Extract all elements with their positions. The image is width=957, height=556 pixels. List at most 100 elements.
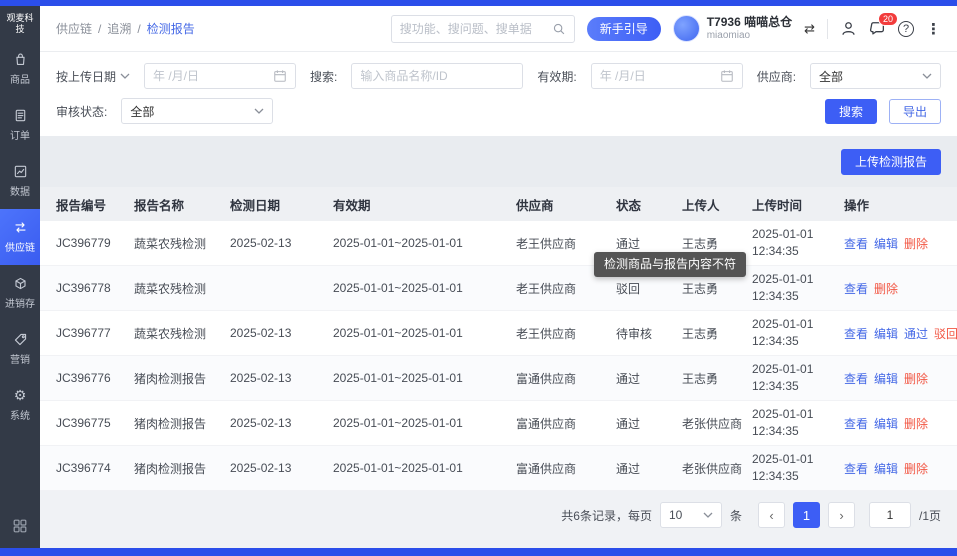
delete-link[interactable]: 删除	[874, 280, 898, 297]
help-icon[interactable]: ?	[898, 20, 914, 37]
sidebar-item-label: 订单	[10, 130, 30, 142]
messages-button[interactable]: 20	[869, 12, 898, 37]
inventory-icon	[14, 277, 26, 289]
divider	[827, 18, 828, 39]
page-size-select[interactable]: 10	[659, 502, 722, 528]
table-row: JC396776 猪肉检测报告 2025-02-13 2025-01-01~20…	[40, 356, 957, 401]
app-grid-button[interactable]	[0, 508, 40, 548]
row-actions: 查看 编辑 通过 驳回	[844, 325, 957, 342]
edit-link[interactable]: 编辑	[874, 235, 898, 252]
app-window: 观麦科技 商品 订单 数据 供应链 进销存 营销 ⚙ 系统 供应链 / 追溯 /…	[0, 6, 957, 548]
product-search-input[interactable]	[360, 69, 515, 83]
cell-report-name: 猪肉检测报告	[134, 416, 207, 431]
cell-uploader: 老张供应商	[682, 416, 743, 431]
sidebar-item-label: 数据	[10, 186, 30, 198]
pagination: 共6条记录，每页 10 条 ‹ 1 › /1页	[561, 502, 941, 528]
status-select[interactable]: 全部	[121, 98, 274, 124]
beginner-guide-button[interactable]: 新手引导	[586, 16, 661, 41]
search-icon[interactable]	[552, 22, 566, 36]
cell-report-id: JC396779	[56, 236, 111, 250]
chevron-down-icon	[922, 73, 932, 79]
sidebar-item-supply-chain[interactable]: 供应链	[0, 208, 40, 265]
status-select-value: 全部	[130, 104, 155, 119]
cell-upload-time: 2025-01-01 12:34:35	[752, 451, 814, 483]
edit-link[interactable]: 编辑	[874, 325, 898, 342]
view-link[interactable]: 查看	[844, 280, 868, 297]
cell-validity: 2025-01-01~2025-01-01	[333, 371, 463, 385]
delete-link[interactable]: 删除	[904, 235, 928, 252]
topbar-right: 新手引导 T7936 喵喵总仓 miaomiao ⇄ 20 ? ⋮	[390, 12, 941, 43]
breadcrumb-trace[interactable]: 追溯	[107, 20, 131, 37]
row-actions: 查看 编辑 删除	[844, 460, 941, 477]
avatar[interactable]	[672, 15, 700, 42]
column-header: 有效期	[333, 198, 371, 213]
export-button[interactable]: 导出	[888, 98, 941, 124]
prev-page-button[interactable]: ‹	[757, 502, 785, 528]
search-button[interactable]: 搜索	[824, 98, 877, 124]
sidebar-item-orders[interactable]: 订单	[0, 97, 40, 153]
chevron-down-icon	[703, 512, 713, 518]
edit-link[interactable]: 编辑	[874, 460, 898, 477]
column-header: 操作	[844, 198, 870, 213]
cell-status: 通过	[616, 236, 641, 251]
sidebar-item-inventory[interactable]: 进销存	[0, 265, 40, 321]
cell-report-id: JC396778	[56, 281, 111, 295]
sidebar-item-marketing[interactable]: 营销	[0, 321, 40, 377]
more-menu-icon[interactable]: ⋮	[926, 20, 941, 38]
cell-upload-time: 2025-01-01 12:34:35	[752, 361, 814, 393]
support-icon[interactable]	[840, 20, 857, 37]
breadcrumb-separator: /	[98, 21, 102, 36]
upload-report-button[interactable]: 上传检测报告	[840, 148, 941, 175]
sidebar-item-goods[interactable]: 商品	[0, 41, 40, 97]
cell-status: 通过	[616, 371, 641, 386]
edit-link[interactable]: 编辑	[874, 415, 898, 432]
validity-date-input[interactable]	[599, 69, 714, 83]
view-link[interactable]: 查看	[844, 415, 868, 432]
cell-upload-time: 2025-01-01 12:34:35	[752, 271, 814, 303]
edit-link[interactable]: 编辑	[874, 370, 898, 387]
product-search-box	[351, 63, 524, 89]
cell-report-name: 猪肉检测报告	[134, 371, 207, 386]
sidebar-item-data[interactable]: 数据	[0, 153, 40, 209]
column-header: 上传人	[682, 198, 720, 213]
view-link[interactable]: 查看	[844, 370, 868, 387]
table-row: JC396774 猪肉检测报告 2025-02-13 2025-01-01~20…	[40, 446, 957, 491]
cell-report-id: JC396775	[56, 416, 111, 430]
reject-link[interactable]: 驳回	[934, 325, 957, 342]
upload-date-input[interactable]	[153, 69, 268, 83]
cell-validity: 2025-01-01~2025-01-01	[333, 461, 463, 475]
cell-date: 2025-02-13	[230, 326, 292, 340]
report-table: 报告编号 报告名称 检测日期 有效期 供应商 状态 上传人 上传时间 操作 JC…	[40, 187, 957, 491]
delete-link[interactable]: 删除	[904, 460, 928, 477]
filter-panel: 按上传日期 搜索: 有效期: 供应商: 全部	[40, 52, 957, 136]
supplier-select[interactable]: 全部	[810, 63, 941, 89]
supplier-select-value: 全部	[819, 69, 844, 84]
table-row: JC396777 蔬菜农残检测 2025-02-13 2025-01-01~20…	[40, 311, 957, 356]
approve-link[interactable]: 通过	[904, 325, 928, 342]
search-label: 搜索:	[310, 69, 338, 84]
delete-link[interactable]: 删除	[904, 370, 928, 387]
delete-link[interactable]: 删除	[904, 415, 928, 432]
next-page-button[interactable]: ›	[827, 502, 855, 528]
cell-validity: 2025-01-01~2025-01-01	[333, 416, 463, 430]
view-link[interactable]: 查看	[844, 460, 868, 477]
date-field-label: 按上传日期	[56, 69, 117, 84]
cell-date: 2025-02-13	[230, 371, 292, 385]
chevron-down-icon	[120, 73, 130, 79]
page-size-unit: 条	[729, 508, 742, 523]
view-link[interactable]: 查看	[844, 235, 868, 252]
gear-icon: ⚙	[13, 386, 27, 403]
sidebar-item-system[interactable]: ⚙ 系统	[0, 377, 40, 433]
marketing-icon	[14, 333, 26, 345]
page-1-button[interactable]: 1	[792, 502, 820, 528]
view-link[interactable]: 查看	[844, 325, 868, 342]
global-search-input[interactable]	[399, 21, 546, 36]
page-jump-input[interactable]	[869, 503, 910, 527]
row-actions: 查看 编辑 删除	[844, 415, 941, 432]
cell-uploader: 王志勇	[682, 371, 719, 386]
breadcrumb-supply-chain[interactable]: 供应链	[56, 20, 92, 37]
sidebar-item-label: 系统	[10, 410, 30, 422]
switch-store-icon[interactable]: ⇄	[804, 21, 815, 37]
date-field-selector[interactable]: 按上传日期	[56, 68, 130, 85]
account-area[interactable]: T7936 喵喵总仓 miaomiao	[672, 15, 792, 43]
